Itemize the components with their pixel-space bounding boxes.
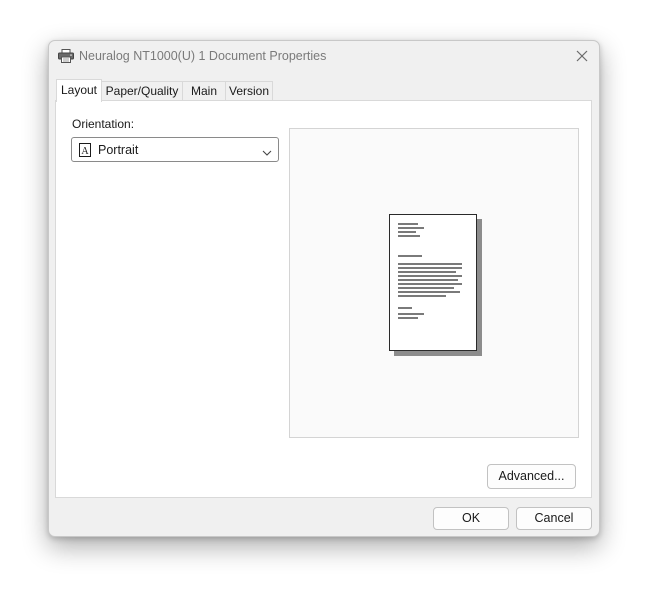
document-preview-icon <box>389 214 477 351</box>
printer-icon <box>58 49 74 63</box>
tab-layout[interactable]: Layout <box>56 79 102 102</box>
advanced-button[interactable]: Advanced... <box>487 464 576 489</box>
tab-paper-quality[interactable]: Paper/Quality <box>102 81 183 100</box>
orientation-dropdown[interactable]: A Portrait <box>71 137 279 162</box>
svg-text:A: A <box>81 146 89 157</box>
orientation-value: Portrait <box>98 143 139 157</box>
close-icon <box>576 50 588 62</box>
portrait-page-icon: A <box>79 143 91 157</box>
title-bar: Neuralog NT1000(U) 1 Document Properties <box>48 40 600 72</box>
cancel-button[interactable]: Cancel <box>516 507 592 530</box>
tab-version[interactable]: Version <box>226 81 273 100</box>
ok-button[interactable]: OK <box>433 507 509 530</box>
close-button[interactable] <box>570 44 594 68</box>
tab-main[interactable]: Main <box>183 81 226 100</box>
window-title: Neuralog NT1000(U) 1 Document Properties <box>79 49 327 63</box>
chevron-down-icon <box>262 146 272 156</box>
orientation-label: Orientation: <box>72 117 135 131</box>
